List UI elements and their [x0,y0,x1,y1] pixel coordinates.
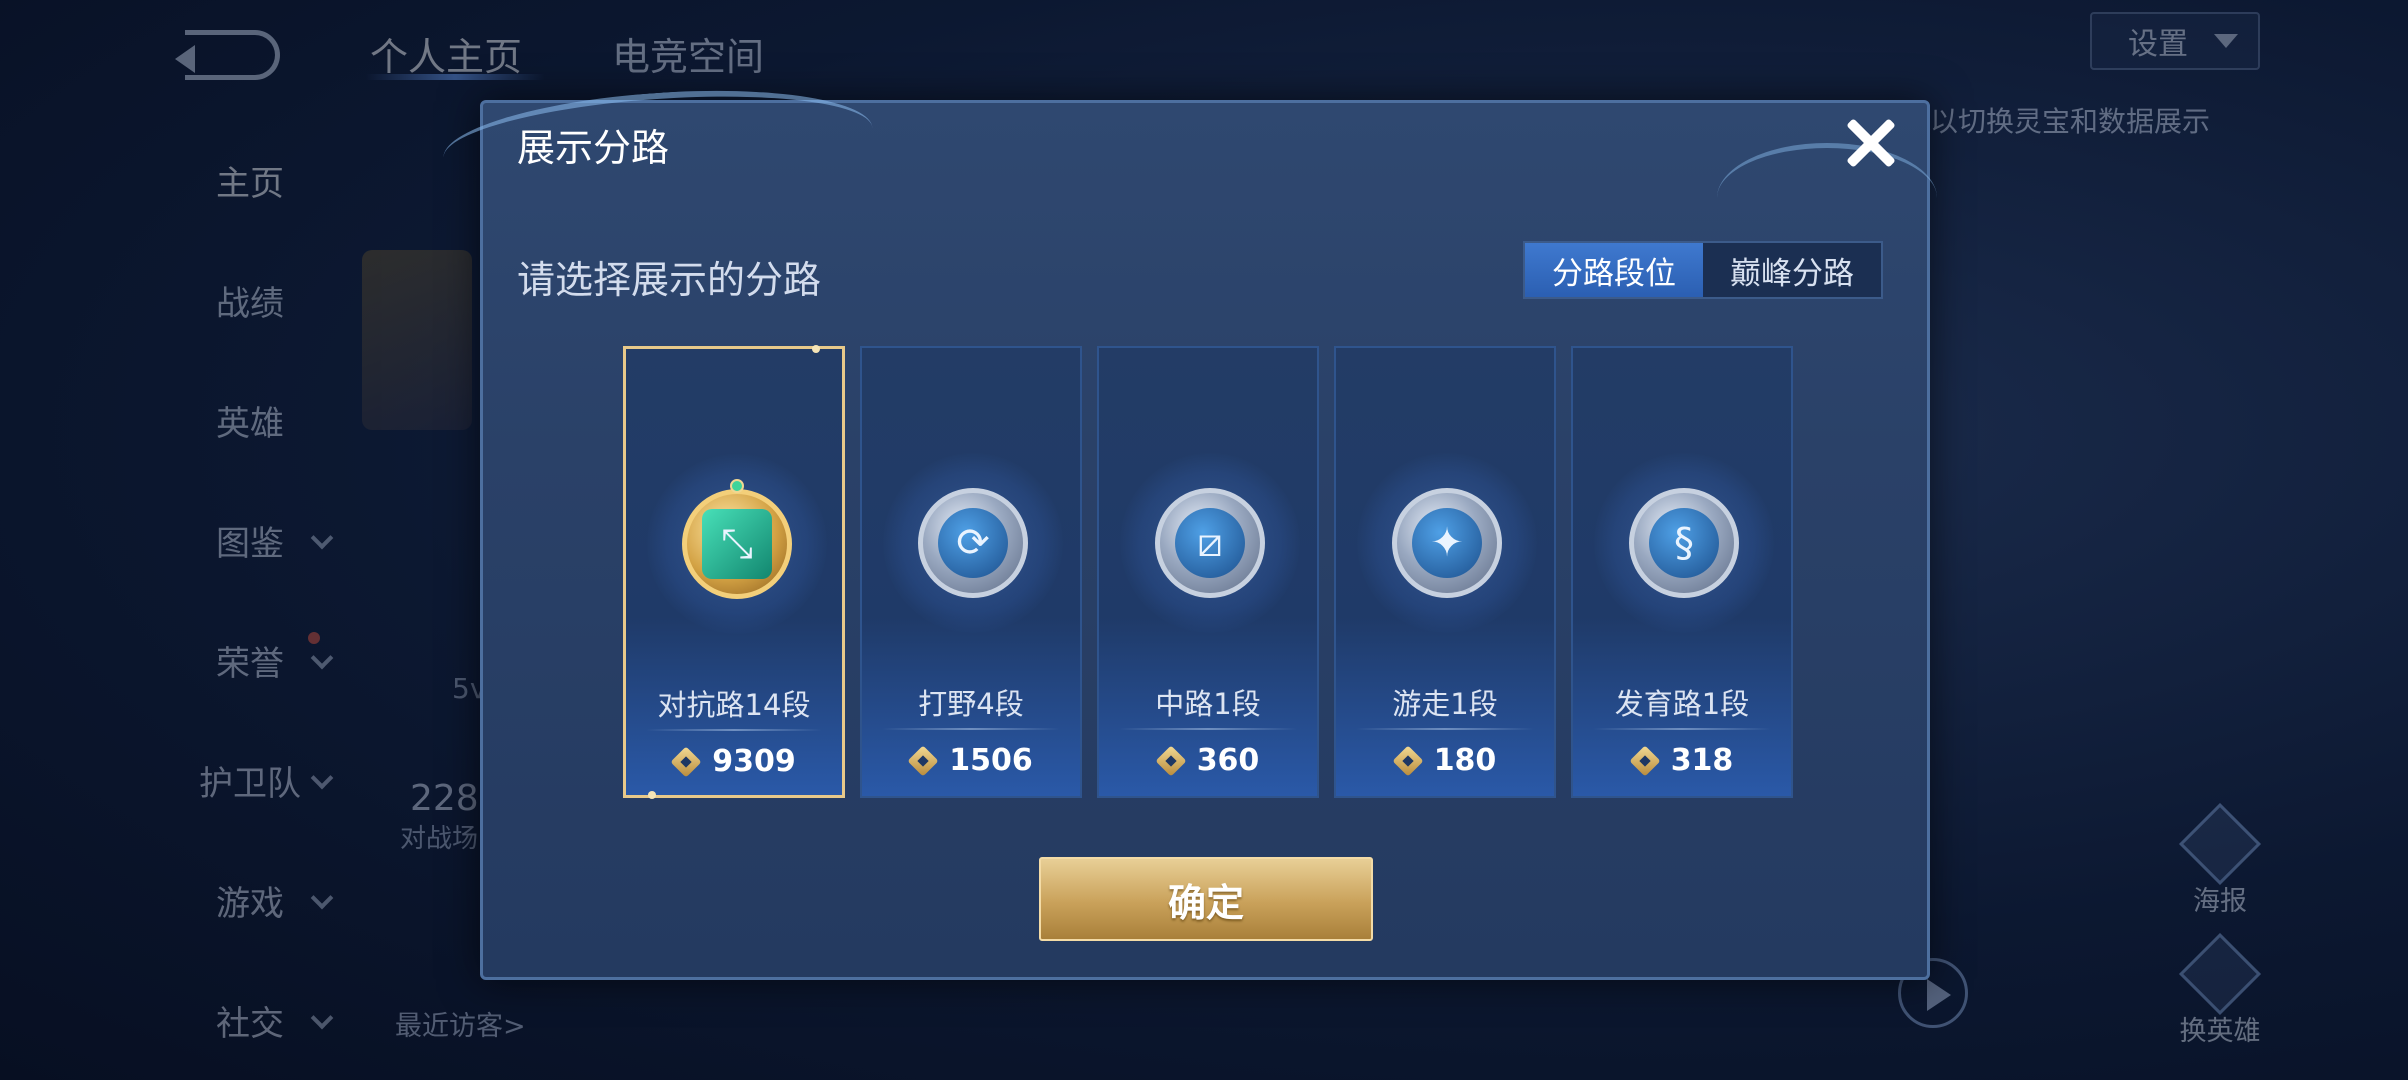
chevron-down-icon [310,526,334,550]
recent-visitors-link[interactable]: 最近访客> [395,1004,526,1043]
cloud-ornament [1717,143,1937,253]
settings-dropdown[interactable]: 设置 [2090,12,2260,70]
toggle-peak-lane[interactable]: 巅峰分路 [1703,243,1881,297]
lane-score: 1506 [862,743,1080,778]
poster-button[interactable]: 海报 [2175,802,2265,918]
lane-name: 发育路1段 [1614,687,1750,721]
change-hero-button[interactable]: 换英雄 [2175,932,2265,1048]
clash-lane-icon: ⤡ [682,489,792,599]
gem-icon [730,479,744,493]
chevron-down-icon [310,646,334,670]
lane-name: 对抗路14段 [657,688,811,722]
hint-text: 以切换灵宝和数据展示 [1930,105,2211,138]
sidebar-item-home[interactable]: 主页 [150,150,350,210]
divider [646,729,822,731]
top-tabs: 个人主页 电竞空间 [370,26,764,81]
sidebar-item-guard[interactable]: 护卫队 [150,750,350,810]
poster-icon [2178,802,2262,886]
modal-subtitle: 请选择展示的分路 [517,258,822,302]
rank-points-icon [909,748,939,774]
lane-score: 180 [1336,743,1554,778]
lane-card-roam[interactable]: ✦ 游走1段 180 [1334,346,1556,798]
lane-card-jungle[interactable]: ⟳ 打野4段 1506 [860,346,1082,798]
tab-esports-space[interactable]: 电竞空间 [612,26,764,81]
back-icon[interactable] [175,30,280,80]
rank-points-icon [1631,748,1661,774]
lane-name: 游走1段 [1392,687,1498,721]
corner-ornament [648,791,656,799]
farm-lane-icon: § [1629,488,1739,598]
divider [882,728,1060,730]
lane-card-farm[interactable]: § 发育路1段 318 [1571,346,1793,798]
lane-card-mid[interactable]: ⧄ 中路1段 360 [1097,346,1319,798]
lane-score: 9309 [626,744,842,779]
lane-score: 360 [1099,743,1317,778]
rank-points-icon [1394,748,1424,774]
confirm-button[interactable]: 确定 [1039,857,1373,941]
lane-score: 318 [1573,743,1791,778]
chevron-down-icon [2214,34,2238,48]
jungle-icon: ⟳ [918,488,1028,598]
rank-points-icon [1157,748,1187,774]
divider [1356,728,1534,730]
toggle-lane-rank[interactable]: 分路段位 [1525,243,1703,297]
sidebar-item-game[interactable]: 游戏 [150,870,350,930]
sidebar-item-record[interactable]: 战绩 [150,270,350,330]
chevron-down-icon [310,1006,334,1030]
chevron-down-icon [310,766,334,790]
lane-name: 中路1段 [1155,687,1261,721]
tab-personal-home[interactable]: 个人主页 [370,26,522,81]
close-icon[interactable] [1843,115,1899,171]
divider [1593,728,1771,730]
active-tab-indicator [365,74,545,80]
roam-icon: ✦ [1392,488,1502,598]
modal-title: 展示分路 [517,126,670,170]
lane-mode-toggle: 分路段位 巅峰分路 [1523,241,1883,299]
sidebar-item-heroes[interactable]: 英雄 [150,390,350,450]
lane-name: 打野4段 [918,687,1024,721]
sidebar-item-honor[interactable]: 荣誉 [150,630,350,690]
sidebar-item-collection[interactable]: 图鉴 [150,510,350,570]
sidebar-item-social[interactable]: 社交 [150,990,350,1050]
corner-ornament [812,345,820,353]
match-count-label: 对战场 [400,824,479,854]
lane-display-modal: 展示分路 请选择展示的分路 分路段位 巅峰分路 ⤡ 对抗路14段 9309 ⟳ … [440,78,1937,980]
chevron-down-icon [310,886,334,910]
notification-dot [308,632,320,644]
lane-card-clash[interactable]: ⤡ 对抗路14段 9309 [623,345,845,799]
rank-points-icon [672,749,702,775]
divider [1119,728,1297,730]
avatar [362,250,472,430]
change-hero-icon [2178,932,2262,1016]
mid-lane-icon: ⧄ [1155,488,1265,598]
